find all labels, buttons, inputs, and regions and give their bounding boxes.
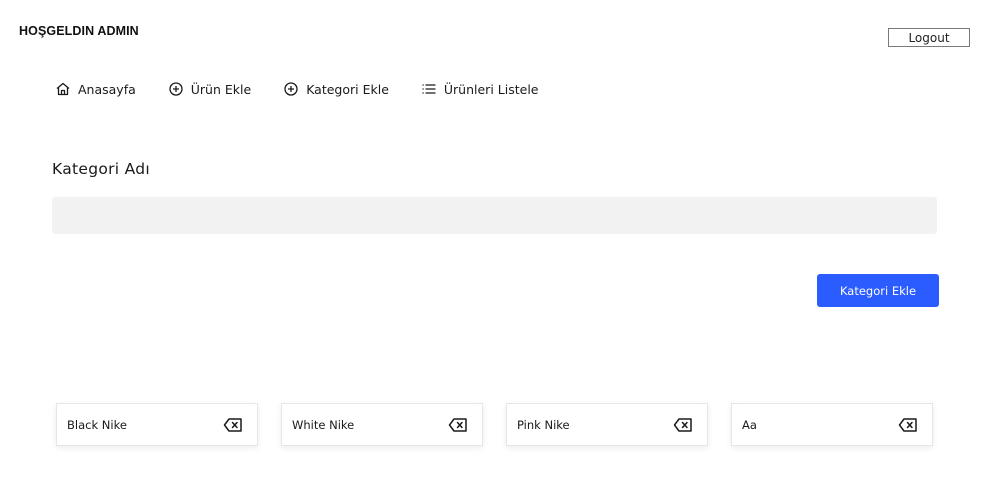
- nav-item-label: Anasayfa: [78, 81, 136, 97]
- delete-category-button[interactable]: [222, 416, 244, 434]
- main-nav: Anasayfa Ürün Ekle Kategori Ekle Ürünler…: [55, 80, 538, 98]
- nav-item-add-category[interactable]: Kategori Ekle: [283, 81, 389, 97]
- category-card: Aa: [731, 403, 933, 446]
- category-name-input[interactable]: [52, 197, 937, 234]
- home-icon: [56, 82, 70, 96]
- delete-category-button[interactable]: [447, 416, 469, 434]
- category-card: Pink Nike: [506, 403, 708, 446]
- backspace-delete-icon: [448, 417, 467, 432]
- category-list: Black Nike White Nike Pink Nike Aa: [56, 403, 936, 446]
- category-card: Black Nike: [56, 403, 258, 446]
- nav-item-label: Ürün Ekle: [190, 81, 252, 97]
- nav-item-home[interactable]: Anasayfa: [55, 81, 136, 97]
- category-card: White Nike: [281, 403, 483, 446]
- logout-button[interactable]: Logout: [888, 28, 970, 47]
- category-name: Pink Nike: [517, 417, 570, 432]
- welcome-title: HOŞGELDIN ADMIN: [19, 24, 139, 38]
- plus-circle-icon: [284, 82, 298, 96]
- category-name: Aa: [742, 417, 757, 432]
- category-name: White Nike: [292, 417, 355, 432]
- list-icon: [422, 84, 436, 94]
- backspace-delete-icon: [898, 417, 917, 432]
- plus-circle-icon: [169, 82, 183, 96]
- category-name-label: Kategori Adı: [52, 160, 151, 178]
- nav-item-label: Kategori Ekle: [306, 81, 389, 97]
- backspace-delete-icon: [673, 417, 692, 432]
- category-name: Black Nike: [67, 417, 127, 432]
- backspace-delete-icon: [223, 417, 242, 432]
- nav-item-label: Ürünleri Listele: [443, 81, 539, 97]
- nav-item-add-product[interactable]: Ürün Ekle: [168, 81, 251, 97]
- delete-category-button[interactable]: [897, 416, 919, 434]
- add-category-button[interactable]: Kategori Ekle: [817, 274, 939, 307]
- delete-category-button[interactable]: [672, 416, 694, 434]
- nav-item-list-products[interactable]: Ürünleri Listele: [421, 81, 539, 97]
